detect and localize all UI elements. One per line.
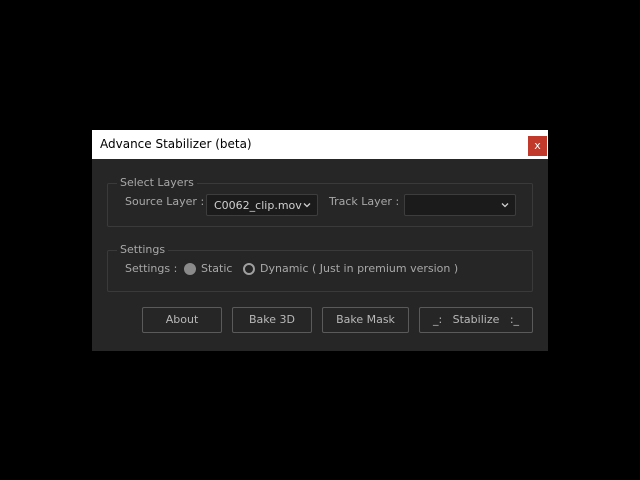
track-layer-label: Track Layer : bbox=[329, 195, 400, 208]
radio-dynamic-label[interactable]: Dynamic ( Just in premium version ) bbox=[260, 262, 458, 275]
select-layers-title: Select Layers bbox=[117, 176, 197, 189]
settings-label: Settings : bbox=[125, 262, 178, 275]
stabilizer-dialog: Advance Stabilizer (beta) x Select Layer… bbox=[92, 130, 548, 351]
bake-3d-button[interactable]: Bake 3D bbox=[232, 307, 312, 333]
track-layer-dropdown[interactable] bbox=[404, 194, 516, 216]
chevron-down-icon bbox=[501, 203, 509, 208]
settings-title: Settings bbox=[117, 243, 169, 256]
radio-static-label[interactable]: Static bbox=[201, 262, 232, 275]
chevron-down-icon bbox=[303, 203, 311, 208]
window-title: Advance Stabilizer (beta) bbox=[100, 137, 252, 151]
about-button[interactable]: About bbox=[142, 307, 222, 333]
stabilize-button[interactable]: _: Stabilize :_ bbox=[419, 307, 533, 333]
radio-static[interactable] bbox=[184, 263, 196, 275]
close-button[interactable]: x bbox=[528, 136, 547, 156]
source-layer-value: C0062_clip.mov bbox=[214, 199, 302, 212]
bake-mask-button[interactable]: Bake Mask bbox=[322, 307, 409, 333]
radio-dynamic[interactable] bbox=[243, 263, 255, 275]
source-layer-label: Source Layer : bbox=[125, 195, 205, 208]
title-bar[interactable]: Advance Stabilizer (beta) x bbox=[92, 130, 548, 159]
source-layer-dropdown[interactable]: C0062_clip.mov bbox=[206, 194, 318, 216]
